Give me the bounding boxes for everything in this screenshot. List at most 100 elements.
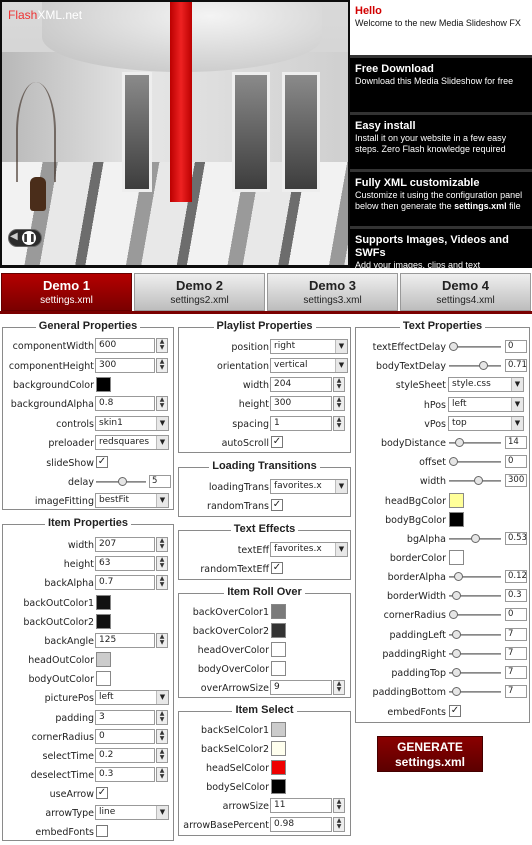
backangle-stepper[interactable]: ▲ ▼ bbox=[156, 633, 168, 648]
tab-demo-2[interactable]: Demo 2 settings2.xml bbox=[134, 273, 265, 311]
headovercolor-swatch[interactable] bbox=[271, 642, 286, 657]
previous-icon[interactable]: ◀ bbox=[10, 231, 18, 242]
loadingtrans-select[interactable]: favorites.x ▼ bbox=[270, 479, 348, 494]
height-input[interactable]: 63 bbox=[95, 556, 155, 571]
bodytextdelay-value[interactable]: 0.71 bbox=[505, 359, 527, 372]
slider-knob[interactable] bbox=[471, 534, 480, 543]
backovercolor1-swatch[interactable] bbox=[271, 604, 286, 619]
height-stepper[interactable]: ▲ ▼ bbox=[156, 556, 168, 571]
embedfonts-checkbox[interactable]: ✓ bbox=[449, 705, 461, 717]
pause-icon[interactable]: ❚❚ bbox=[22, 231, 36, 245]
cornerradius-input[interactable]: 0 bbox=[95, 729, 155, 744]
backgroundcolor-swatch[interactable] bbox=[96, 377, 111, 392]
offset-value[interactable]: 0 bbox=[505, 455, 527, 468]
spacing-stepper[interactable]: ▲ ▼ bbox=[333, 416, 345, 431]
deselecttime-stepper[interactable]: ▲ ▼ bbox=[156, 767, 168, 782]
cornerradius-slider[interactable] bbox=[449, 607, 501, 622]
bordercolor-swatch[interactable] bbox=[449, 550, 464, 565]
paddingright-value[interactable]: 7 bbox=[505, 647, 527, 660]
backalpha-input[interactable]: 0.7 bbox=[95, 575, 155, 590]
slide-image[interactable]: FlashXML.net ◀ ❚❚ bbox=[2, 2, 348, 265]
bodydistance-value[interactable]: 14 bbox=[505, 436, 527, 449]
slider-knob[interactable] bbox=[474, 476, 483, 485]
tab-demo-1[interactable]: Demo 1 settings.xml bbox=[1, 273, 132, 311]
embedfonts-checkbox[interactable] bbox=[96, 825, 108, 837]
imagefitting-select[interactable]: bestFit ▼ bbox=[95, 493, 169, 508]
stylesheet-select[interactable]: style.css ▼ bbox=[448, 377, 524, 392]
paddingright-slider[interactable] bbox=[449, 646, 501, 661]
texteff-select[interactable]: favorites.x ▼ bbox=[270, 542, 348, 557]
width-slider[interactable] bbox=[449, 473, 501, 488]
generate-button[interactable]: GENERATE settings.xml bbox=[377, 736, 483, 772]
position-select[interactable]: right ▼ bbox=[270, 339, 348, 354]
texteffectdelay-value[interactable]: 0 bbox=[505, 340, 527, 353]
bodyoutcolor-swatch[interactable] bbox=[96, 671, 111, 686]
arrowsize-stepper[interactable]: ▲ ▼ bbox=[333, 798, 345, 813]
bodydistance-slider[interactable] bbox=[449, 435, 501, 450]
deselecttime-input[interactable]: 0.3 bbox=[95, 767, 155, 782]
selecttime-input[interactable]: 0.2 bbox=[95, 748, 155, 763]
paddingleft-slider[interactable] bbox=[449, 627, 501, 642]
height-stepper[interactable]: ▲ ▼ bbox=[333, 396, 345, 411]
paddingtop-value[interactable]: 7 bbox=[505, 666, 527, 679]
vpos-select[interactable]: top ▼ bbox=[448, 416, 524, 431]
padding-input[interactable]: 3 bbox=[95, 710, 155, 725]
backoutcolor2-swatch[interactable] bbox=[96, 614, 111, 629]
width-value[interactable]: 300 bbox=[505, 474, 527, 487]
backangle-input[interactable]: 125 bbox=[95, 633, 155, 648]
playlist-item[interactable]: Hello Welcome to the new Media Slideshow… bbox=[350, 0, 532, 58]
slider-knob[interactable] bbox=[479, 361, 488, 370]
componentwidth-input[interactable]: 600 bbox=[95, 338, 155, 353]
bodyovercolor-swatch[interactable] bbox=[271, 661, 286, 676]
backgroundalpha-stepper[interactable]: ▲ ▼ bbox=[156, 396, 168, 411]
slider-knob[interactable] bbox=[454, 572, 463, 581]
borderwidth-value[interactable]: 0.3 bbox=[505, 589, 527, 602]
width-stepper[interactable]: ▲ ▼ bbox=[333, 377, 345, 392]
selecttime-stepper[interactable]: ▲ ▼ bbox=[156, 748, 168, 763]
overarrowsize-stepper[interactable]: ▲ ▼ bbox=[333, 680, 345, 695]
usearrow-checkbox[interactable]: ✓ bbox=[96, 787, 108, 799]
slider-knob[interactable] bbox=[455, 438, 464, 447]
headbgcolor-swatch[interactable] bbox=[449, 493, 464, 508]
width-input[interactable]: 207 bbox=[95, 537, 155, 552]
arrowbasepercent-input[interactable]: 0.98 bbox=[270, 817, 332, 832]
bodybgcolor-swatch[interactable] bbox=[449, 512, 464, 527]
slider-knob[interactable] bbox=[452, 630, 461, 639]
slideshow-checkbox[interactable]: ✓ bbox=[96, 456, 108, 468]
height-input[interactable]: 300 bbox=[270, 396, 332, 411]
width-stepper[interactable]: ▲ ▼ bbox=[156, 537, 168, 552]
delay-value[interactable]: 5 bbox=[149, 475, 171, 488]
randomtexteff-checkbox[interactable]: ✓ bbox=[271, 562, 283, 574]
backalpha-stepper[interactable]: ▲ ▼ bbox=[156, 575, 168, 590]
componentwidth-stepper[interactable]: ▲ ▼ bbox=[156, 338, 168, 353]
componentheight-input[interactable]: 300 bbox=[95, 358, 155, 373]
padding-stepper[interactable]: ▲ ▼ bbox=[156, 710, 168, 725]
playlist-item[interactable]: Free Download Download this Media Slides… bbox=[350, 58, 532, 115]
playlist-item[interactable]: Supports Images, Videos and SWFs Add you… bbox=[350, 229, 532, 268]
tab-demo-3[interactable]: Demo 3 settings3.xml bbox=[267, 273, 398, 311]
paddingbottom-slider[interactable] bbox=[449, 684, 501, 699]
slider-knob[interactable] bbox=[449, 457, 458, 466]
playlist-item[interactable]: Fully XML customizable Customize it usin… bbox=[350, 172, 532, 229]
bgalpha-value[interactable]: 0.53 bbox=[505, 532, 527, 545]
width-input[interactable]: 204 bbox=[270, 377, 332, 392]
paddingtop-slider[interactable] bbox=[449, 665, 501, 680]
randomtrans-checkbox[interactable]: ✓ bbox=[271, 499, 283, 511]
playlist-item[interactable]: Easy install Install it on your website … bbox=[350, 115, 532, 172]
offset-slider[interactable] bbox=[449, 454, 501, 469]
tab-demo-4[interactable]: Demo 4 settings4.xml bbox=[400, 273, 531, 311]
borderalpha-value[interactable]: 0.12 bbox=[505, 570, 527, 583]
borderwidth-slider[interactable] bbox=[449, 588, 501, 603]
cornerradius-stepper[interactable]: ▲ ▼ bbox=[156, 729, 168, 744]
componentheight-stepper[interactable]: ▲ ▼ bbox=[156, 358, 168, 373]
slider-knob[interactable] bbox=[452, 649, 461, 658]
bgalpha-slider[interactable] bbox=[449, 531, 501, 546]
slider-knob[interactable] bbox=[452, 668, 461, 677]
arrowtype-select[interactable]: line ▼ bbox=[95, 805, 169, 820]
backgroundalpha-input[interactable]: 0.8 bbox=[95, 396, 155, 411]
backselcolor1-swatch[interactable] bbox=[271, 722, 286, 737]
slider-knob[interactable] bbox=[449, 610, 458, 619]
preloader-select[interactable]: redsquares ▼ bbox=[95, 435, 169, 450]
delay-slider[interactable] bbox=[96, 474, 146, 489]
slider-knob[interactable] bbox=[452, 591, 461, 600]
